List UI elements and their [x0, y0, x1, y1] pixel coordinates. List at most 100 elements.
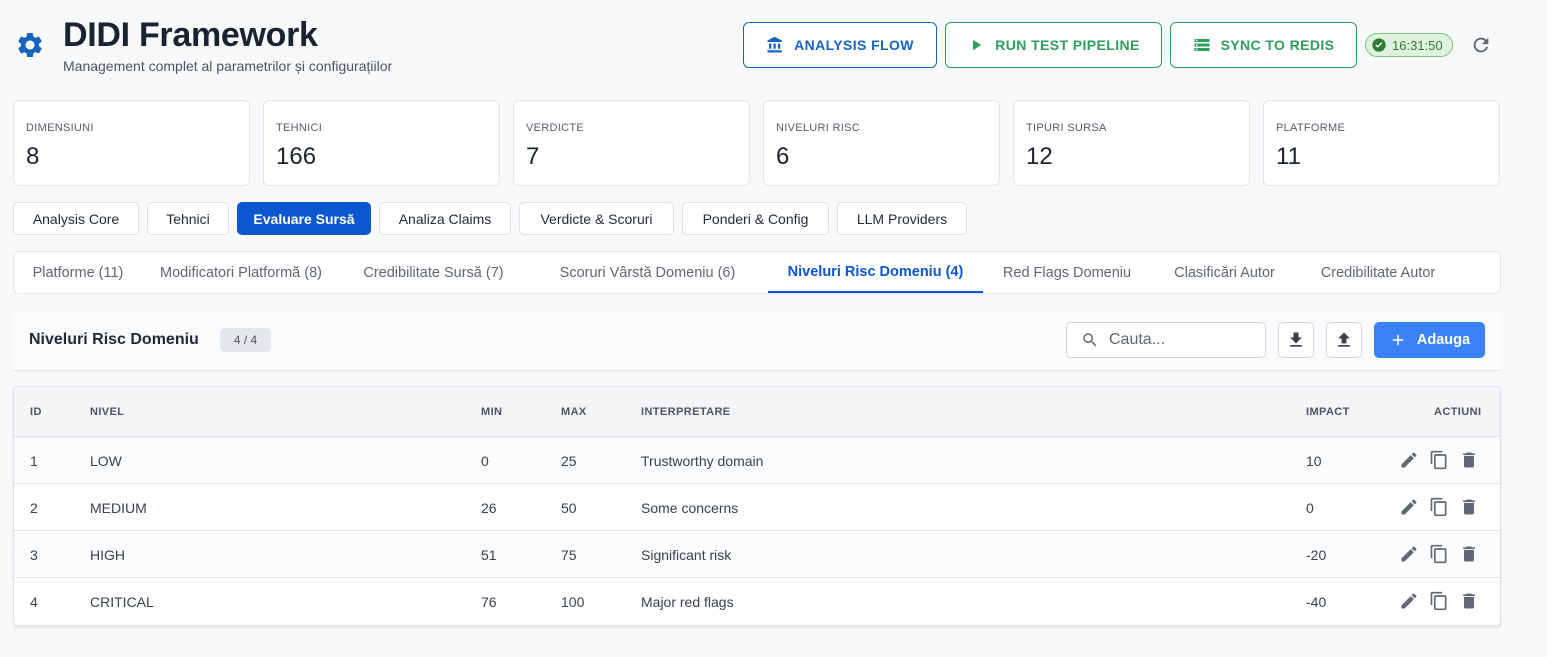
app-header: DIDI Framework Management complet al par… — [0, 0, 1547, 95]
tab-niveluri-risc-domeniu[interactable]: Niveluri Risc Domeniu (4) — [768, 252, 983, 293]
stat-value: 11 — [1276, 143, 1301, 170]
edit-icon[interactable] — [1399, 591, 1419, 611]
cell-min: 76 — [481, 594, 497, 610]
column-header-actiuni: ACTIUNI — [1434, 406, 1482, 418]
copy-icon[interactable] — [1429, 591, 1449, 611]
check-circle-icon — [1372, 38, 1386, 52]
refresh-icon[interactable] — [1470, 34, 1492, 56]
stat-label: DIMENSIUNI — [26, 122, 94, 134]
cell-nivel: MEDIUM — [90, 500, 147, 516]
column-header-nivel[interactable]: NIVEL — [90, 406, 124, 418]
add-label: Adauga — [1416, 332, 1471, 348]
table-row[interactable]: 1 LOW 0 25 Trustworthy domain 10 — [14, 437, 1500, 484]
copy-icon[interactable] — [1429, 450, 1449, 470]
search-input[interactable] — [1109, 331, 1259, 349]
analysis-flow-label: ANALYSIS FLOW — [794, 37, 914, 53]
status-time: 16:31:50 — [1392, 37, 1443, 53]
tab-credibilitate-sursa[interactable]: Credibilitate Sursă (7) — [340, 252, 527, 293]
cell-id: 4 — [30, 594, 38, 610]
tab-credibilitate-autor[interactable]: Credibilitate Autor — [1298, 252, 1458, 293]
tab-platforme[interactable]: Platforme (11) — [14, 252, 142, 293]
add-button[interactable]: Adauga — [1374, 322, 1485, 358]
tab-red-flags-domeniu[interactable]: Red Flags Domeniu — [983, 252, 1151, 293]
search-box[interactable] — [1066, 322, 1266, 358]
analysis-flow-button[interactable]: ANALYSIS FLOW — [743, 22, 937, 68]
stat-card-tehnici: TEHNICI 166 — [263, 100, 500, 186]
panel-header: Niveluri Risc Domeniu 4 / 4 Adauga — [13, 310, 1501, 371]
edit-icon[interactable] — [1399, 497, 1419, 517]
stat-label: NIVELURI RISC — [776, 122, 860, 134]
table-row[interactable]: 2 MEDIUM 26 50 Some concerns 0 — [14, 484, 1500, 531]
copy-icon[interactable] — [1429, 497, 1449, 517]
stat-value: 12 — [1026, 143, 1053, 170]
copy-icon[interactable] — [1429, 544, 1449, 564]
category-analysis-core[interactable]: Analysis Core — [13, 202, 139, 235]
category-verdicte-scoruri[interactable]: Verdicte & Scoruri — [519, 202, 674, 235]
delete-icon[interactable] — [1459, 544, 1479, 564]
edit-icon[interactable] — [1399, 544, 1419, 564]
run-test-pipeline-button[interactable]: RUN TEST PIPELINE — [945, 22, 1162, 68]
column-header-max[interactable]: MAX — [561, 406, 587, 418]
subtab-bar: Platforme (11) Modificatori Platformă (8… — [13, 251, 1501, 294]
cell-impact: -20 — [1306, 547, 1327, 563]
cell-min: 26 — [481, 500, 497, 516]
tab-modificatori-platforma[interactable]: Modificatori Platformă (8) — [142, 252, 340, 293]
cell-interpretare: Trustworthy domain — [641, 453, 764, 469]
plus-icon — [1392, 334, 1404, 346]
cell-impact: 10 — [1306, 453, 1322, 469]
table-row[interactable]: 4 CRITICAL 76 100 Major red flags -40 — [14, 578, 1500, 625]
page-subtitle: Management complet al parametrilor și co… — [63, 58, 393, 74]
category-evaluare-sursa[interactable]: Evaluare Sursă — [237, 202, 371, 235]
cell-nivel: CRITICAL — [90, 594, 154, 610]
status-time-badge: 16:31:50 — [1365, 33, 1453, 57]
edit-icon[interactable] — [1399, 450, 1419, 470]
cell-min: 51 — [481, 547, 497, 563]
cell-interpretare: Major red flags — [641, 594, 734, 610]
cell-nivel: LOW — [90, 453, 122, 469]
cell-impact: 0 — [1306, 500, 1314, 516]
cell-id: 3 — [30, 547, 38, 563]
cell-nivel: HIGH — [90, 547, 125, 563]
cell-max: 25 — [561, 453, 577, 469]
stat-card-platforme: PLATFORME 11 — [1263, 100, 1500, 186]
gear-icon — [18, 32, 42, 57]
column-header-interpretare[interactable]: INTERPRETARE — [641, 406, 731, 418]
delete-icon[interactable] — [1459, 497, 1479, 517]
stat-card-verdicte: VERDICTE 7 — [513, 100, 750, 186]
category-llm-providers[interactable]: LLM Providers — [837, 202, 967, 235]
cell-min: 0 — [481, 453, 489, 469]
delete-icon[interactable] — [1459, 591, 1479, 611]
cell-max: 75 — [561, 547, 577, 563]
download-icon — [1290, 332, 1302, 347]
cell-max: 100 — [561, 594, 585, 610]
cell-id: 2 — [30, 500, 38, 516]
category-ponderi-config[interactable]: Ponderi & Config — [682, 202, 829, 235]
stat-value: 8 — [26, 143, 40, 170]
panel-title: Niveluri Risc Domeniu — [29, 331, 199, 348]
cell-interpretare: Some concerns — [641, 500, 739, 516]
sync-to-redis-button[interactable]: SYNC TO REDIS — [1170, 22, 1357, 68]
download-button[interactable] — [1278, 322, 1314, 358]
table-row[interactable]: 3 HIGH 51 75 Significant risk -20 — [14, 531, 1500, 578]
stat-card-tipuri-sursa: TIPURI SURSA 12 — [1013, 100, 1250, 186]
cell-interpretare: Significant risk — [641, 547, 732, 563]
stat-value: 6 — [776, 143, 790, 170]
stat-label: VERDICTE — [526, 122, 585, 134]
delete-icon[interactable] — [1459, 450, 1479, 470]
category-analiza-claims[interactable]: Analiza Claims — [379, 202, 511, 235]
stat-label: TIPURI SURSA — [1026, 122, 1107, 134]
data-table: ID NIVEL MIN MAX INTERPRETARE IMPACT ACT… — [13, 386, 1501, 626]
column-header-impact[interactable]: IMPACT — [1306, 406, 1350, 418]
stat-value: 7 — [526, 143, 540, 170]
column-header-min[interactable]: MIN — [481, 406, 502, 418]
category-tehnici[interactable]: Tehnici — [147, 202, 229, 235]
stat-label: TEHNICI — [276, 122, 323, 134]
cell-id: 1 — [30, 453, 38, 469]
upload-button[interactable] — [1326, 322, 1362, 358]
stat-card-dimensiuni: DIMENSIUNI 8 — [13, 100, 250, 186]
run-test-pipeline-label: RUN TEST PIPELINE — [995, 37, 1140, 53]
tab-clasificari-autor[interactable]: Clasificări Autor — [1151, 252, 1298, 293]
tab-scoruri-varsta-domeniu[interactable]: Scoruri Vârstă Domeniu (6) — [527, 252, 768, 293]
search-icon — [1083, 333, 1097, 347]
column-header-id[interactable]: ID — [30, 406, 42, 418]
